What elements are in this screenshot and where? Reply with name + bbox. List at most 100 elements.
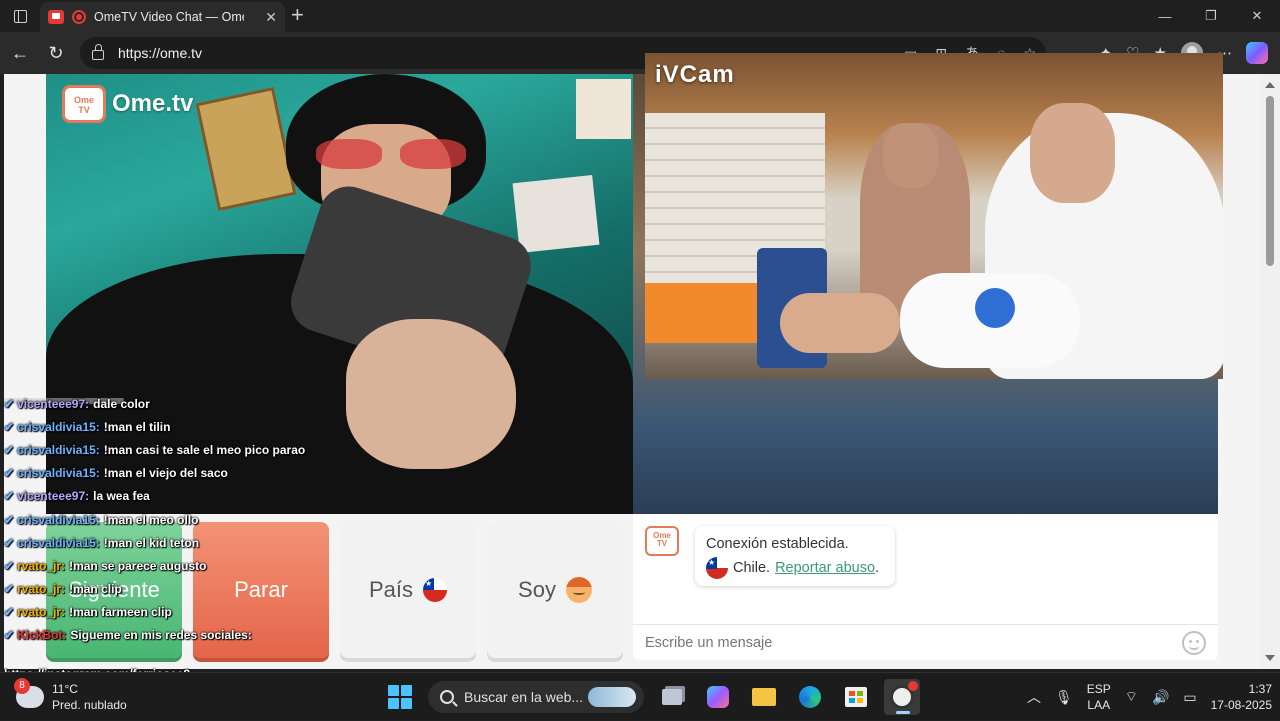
tab-bar: OmeTV Video Chat — Omegle ✕ + — ❐ ✕ [0,0,1280,32]
person-hand [346,319,516,469]
obs-icon [890,681,918,709]
verified-check-icon: ✔ [4,558,15,573]
stream-chat-message: dale color [93,396,150,411]
edge-button[interactable] [792,679,828,715]
taskbar: 8 11°C Pred. nublado Buscar en la web...… [0,672,1280,720]
stream-chat-username: rvato_jr: [17,605,66,620]
stream-chat-message: !man farmeen clip [69,605,172,620]
chevron-up-icon[interactable]: ︿ [1027,687,1041,707]
taskbar-search[interactable]: Buscar en la web... [428,681,644,713]
page-scrollbar[interactable] [1260,74,1280,669]
stream-chat-message: la wea fea [93,489,150,504]
restore-icon[interactable]: ❐ [1188,0,1234,32]
file-explorer-button[interactable] [746,679,782,715]
wall-poster [195,86,297,212]
temperature: 11°C [52,682,78,696]
verified-check-icon: ✔ [4,628,15,643]
verified-check-icon: ✔ [4,535,15,550]
stream-chat-line: ✔ crisvaldivia15: !man el kid teton [4,531,334,554]
system-badge-text: Ome TV [653,531,671,548]
verified-check-icon: ✔ [4,605,15,620]
ometv-logo[interactable]: Ome TV Ome.tv [62,85,193,123]
wifi-icon[interactable]: ⌔ [1125,688,1138,706]
url-text[interactable]: https://ome.tv [118,45,202,61]
verified-check-icon: ✔ [4,582,15,597]
copilot-icon[interactable] [1246,42,1268,64]
task-view-icon [662,689,682,705]
minimize-icon[interactable]: — [1142,0,1188,32]
report-abuse-link[interactable]: Reportar abuso [775,560,875,576]
search-placeholder: Buscar en la web... [464,689,584,705]
store-button[interactable] [838,679,874,715]
stream-chat-line: ✔ rvato_jr: !man se parece augusto [4,554,334,577]
verified-check-icon: ✔ [4,466,15,481]
stream-chat-username: rvato_jr: [17,582,66,597]
message-input[interactable] [645,634,1165,651]
refresh-icon[interactable]: ↻ [38,35,74,71]
country-button[interactable]: País [340,522,476,658]
start-button[interactable] [382,679,418,715]
message-input-area[interactable] [633,624,1218,660]
tv-logo-icon: Ome TV [62,85,106,123]
ivcam-overlay: iVCam [645,53,1223,379]
stream-chat-message: !man el kid teton [103,535,200,550]
gender-button[interactable]: Soy [487,522,623,658]
controller-accent [975,288,1015,328]
new-tab-icon[interactable]: + [291,4,304,26]
stream-chat-username: crisvaldivia15: [17,512,100,527]
weather-widget[interactable]: 8 11°C Pred. nublado [14,678,127,713]
stream-chat-username: crisvaldivia15: [17,442,100,457]
chile-flag-icon [423,578,448,602]
back-icon[interactable]: ← [2,35,38,71]
boy-face-icon [565,577,592,603]
recording-favicon-icon [48,10,64,24]
battery-icon[interactable]: ▭ [1183,689,1196,706]
stream-chat-message: !man clip [69,582,122,597]
partner-country-row: Chile. Reportar abuso. [706,556,884,580]
clock[interactable]: 1:37 17-08-2025 [1211,681,1272,713]
tab-close-icon[interactable]: ✕ [265,9,277,26]
emoji-icon[interactable] [1182,631,1206,655]
chile-flag-icon [706,557,728,579]
logo-badge-text: Ome TV [73,95,94,115]
stream-chat-username: crisvaldivia15: [17,466,100,481]
stream-chat-overlay: ✔ vicenteee97: dale color ✔ crisvaldivia15:!… [4,392,334,647]
input-language[interactable]: ESP LAA [1087,681,1111,713]
scroll-down-icon[interactable] [1265,655,1275,661]
task-view-button[interactable] [654,679,690,715]
stream-chat-message: !man casi te sale el meo pico parao [103,442,306,457]
clock-date: 17-08-2025 [1210,698,1272,712]
stream-chat-message: !man el viejo del saco [103,466,228,481]
tab-actions-button[interactable] [0,0,40,32]
verified-check-icon: ✔ [4,489,15,504]
partner-country: Chile. [733,560,771,576]
active-tab[interactable]: OmeTV Video Chat — Omegle ✕ [40,2,285,32]
volume-icon[interactable]: 🔊 [1152,689,1169,706]
search-icon [440,690,454,704]
ivcam-label: iVCam [655,61,735,88]
logo-text: Ome.tv [112,90,194,117]
stream-chat-line: ✔ crisvaldivia15: !man el viejo del saco [4,462,334,485]
verified-check-icon: ✔ [4,512,15,527]
obs-button[interactable] [884,679,920,715]
scroll-thumb[interactable] [1266,96,1274,266]
stream-chat-message: !man el tilin [103,419,171,434]
report-suffix: . [875,560,880,576]
lock-icon[interactable] [92,44,104,60]
scroll-up-icon[interactable] [1265,82,1275,88]
stream-chat-message: !man el meo ollo [103,512,199,527]
stream-chat-line: ✔ KickBot: Sigueme en mis redes sociales: [4,624,334,647]
search-highlight-image [588,687,636,707]
tab-actions-icon [13,9,27,23]
stream-chat-line: ✔ crisvaldivia15: !man el meo ollo [4,508,334,531]
copilot-app-button[interactable] [700,679,736,715]
hand [780,293,900,353]
stream-chat-line: ✔ vicenteee97: dale color [4,392,334,415]
close-icon[interactable]: ✕ [1234,0,1280,32]
microphone-icon[interactable]: 🎙 [1055,689,1073,706]
copilot-app-icon [707,686,729,708]
stream-chat-username: vicenteee97: [17,489,90,504]
taskbar-apps: Buscar en la web... [382,679,920,715]
person-right-head [1030,103,1115,203]
stream-chat-message: Sigueme en mis redes sociales: [70,628,252,643]
